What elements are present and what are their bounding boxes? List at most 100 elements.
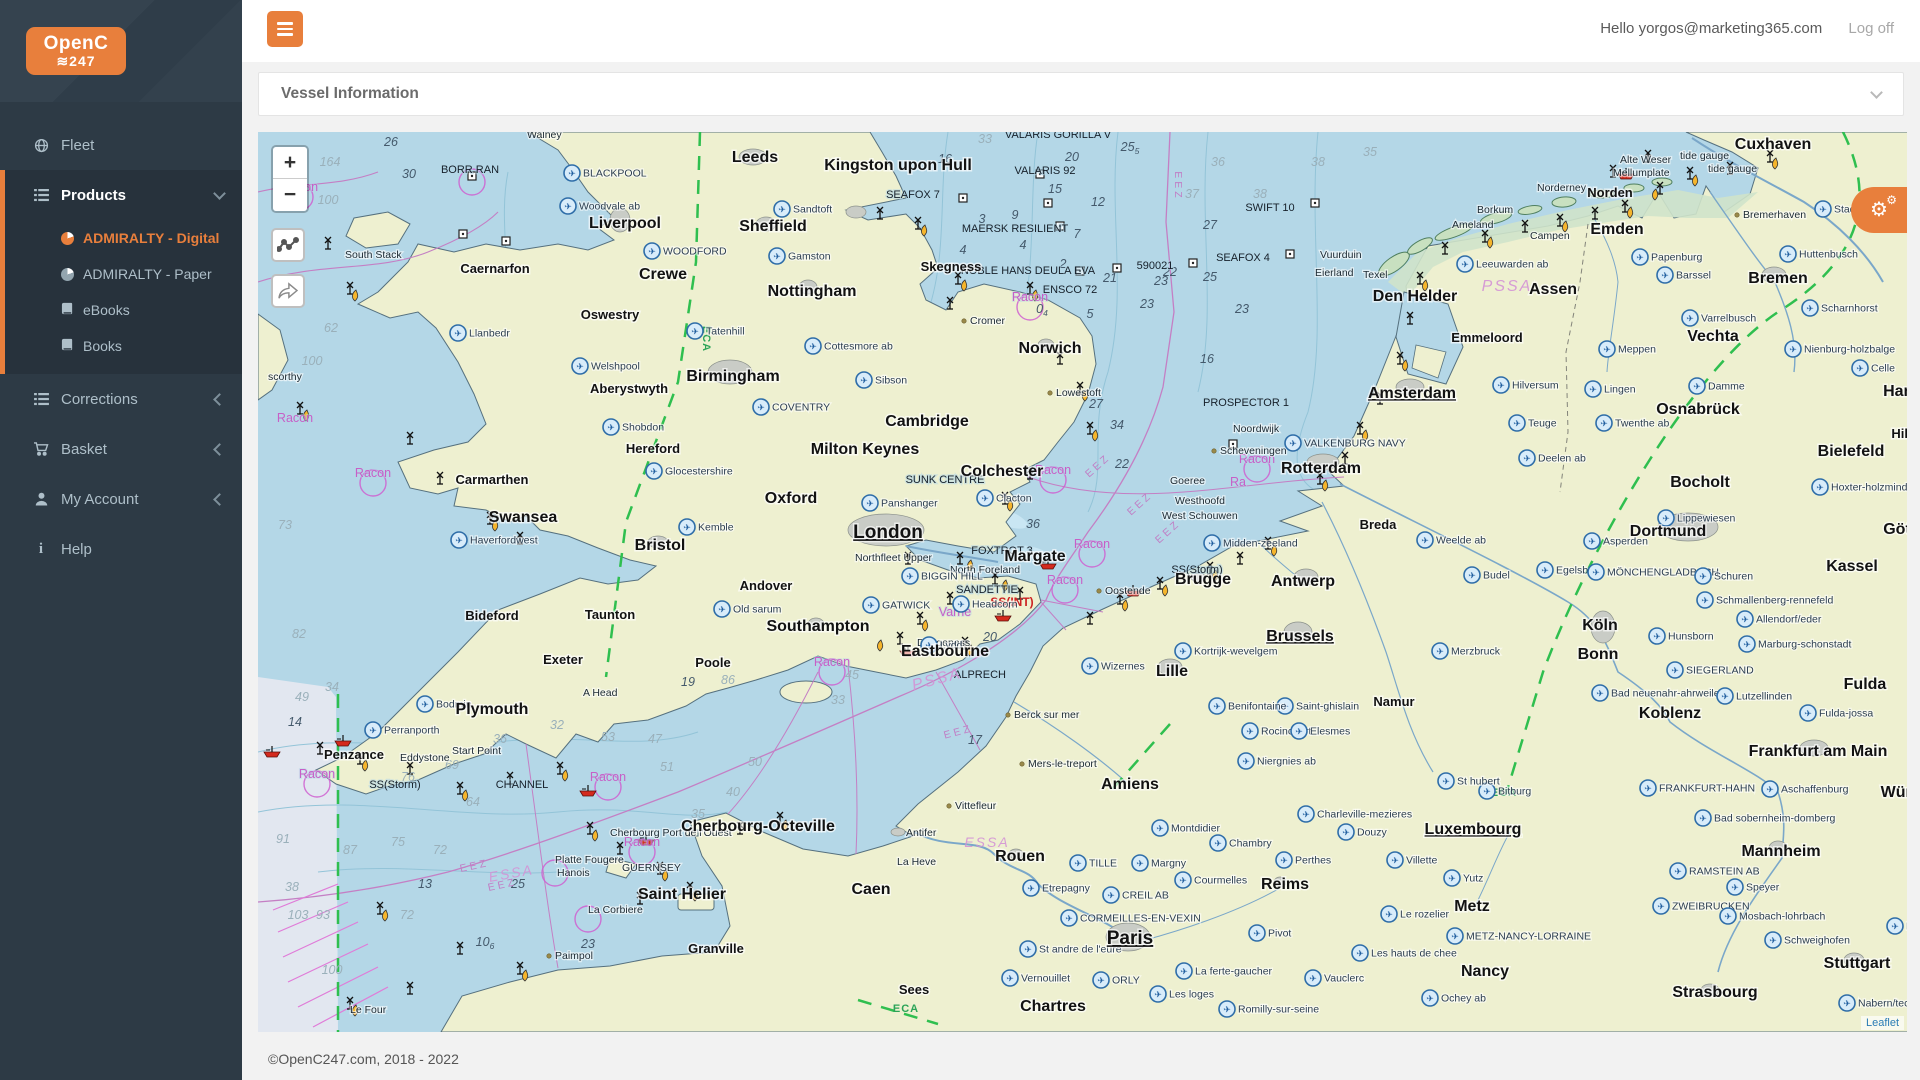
airport-marker: St hubert	[1438, 773, 1500, 789]
svg-text:Fulda-jossa: Fulda-jossa	[1819, 708, 1873, 720]
sidebar-item-help[interactable]: i Help	[0, 524, 242, 574]
svg-text:53: 53	[601, 730, 615, 744]
svg-text:Headcorn: Headcorn	[972, 599, 1018, 611]
svg-text:Andover: Andover	[740, 578, 793, 593]
svg-text:19: 19	[681, 675, 695, 689]
svg-text:30: 30	[402, 167, 416, 181]
admiralty-paper-icon	[61, 268, 74, 281]
svg-text:Oxford: Oxford	[765, 490, 817, 507]
airport-marker: Schmallenberg-rennefeld	[1697, 592, 1833, 608]
airport-marker: Bad neuenahr-ahrweiler	[1592, 685, 1724, 701]
vessel-information-panel[interactable]: Vessel Information	[258, 72, 1904, 116]
nautical-chart[interactable]: ✈	[258, 132, 1907, 1032]
svg-text:VALKENBURG NAVY: VALKENBURG NAVY	[1304, 438, 1406, 450]
svg-text:100: 100	[322, 963, 343, 977]
svg-text:Glocestershire: Glocestershire	[665, 466, 733, 478]
svg-text:Lowestoft: Lowestoft	[1056, 387, 1101, 399]
airport-marker: CREIL AB	[1103, 887, 1169, 903]
airport-marker: SIEGERLAND	[1667, 662, 1754, 678]
svg-text:72: 72	[400, 908, 414, 922]
airport-marker: Perranporth	[365, 722, 440, 738]
openc247-logo[interactable]: OpenC ≋247	[26, 27, 126, 75]
svg-text:Nottingham: Nottingham	[768, 283, 857, 300]
sidebar-item-corrections[interactable]: Corrections	[0, 374, 242, 424]
svg-text:82: 82	[292, 627, 306, 641]
leaflet-attribution[interactable]: Leaflet	[1861, 1016, 1904, 1030]
svg-text:Osnabrück: Osnabrück	[1656, 401, 1740, 418]
zoom-in-button[interactable]: +	[273, 147, 307, 179]
svg-text:Westhoofd: Westhoofd	[1175, 495, 1225, 507]
airport-marker: Cottesmore ab	[805, 338, 893, 354]
airport-marker: Sandtoft	[774, 201, 832, 217]
svg-text:Norderney: Norderney	[1537, 182, 1587, 194]
sidebar-item-fleet[interactable]: Fleet	[0, 120, 242, 170]
sidebar-item-admiralty-paper[interactable]: ADMIRALTY - Paper	[5, 256, 242, 292]
sidebar-item-ebooks[interactable]: eBooks	[5, 292, 242, 328]
svg-text:Den Helder: Den Helder	[1373, 288, 1457, 305]
svg-text:Etrepagny: Etrepagny	[1042, 883, 1091, 895]
footer: ©OpenC247.com, 2018 - 2022	[242, 1032, 1920, 1067]
sidebar-item-admiralty-digital[interactable]: ADMIRALTY - Digital	[5, 220, 242, 256]
airport-marker: WOODFORD	[644, 243, 727, 259]
chevron-down-icon	[1870, 86, 1883, 99]
top-bar: Hello yorgos@marketing365.com Log off	[242, 0, 1920, 62]
svg-text:20: 20	[982, 630, 997, 644]
globe-icon	[30, 138, 52, 153]
svg-text:Granville: Granville	[688, 941, 744, 956]
airport-marker: Meppen	[1599, 341, 1656, 357]
chevron-left-icon	[213, 493, 226, 506]
svg-text:73: 73	[278, 518, 292, 532]
svg-text:Plymouth: Plymouth	[456, 701, 529, 718]
svg-text:37: 37	[1185, 187, 1200, 201]
svg-text:Les hauts de chee: Les hauts de chee	[1371, 948, 1457, 960]
svg-text:Köln: Köln	[1582, 617, 1618, 634]
svg-text:Carmarthen: Carmarthen	[456, 472, 529, 487]
svg-text:Speyer: Speyer	[1746, 882, 1780, 894]
sidebar-item-books[interactable]: Books	[5, 328, 242, 364]
svg-text:103: 103	[288, 908, 309, 922]
sidebar: OpenC ≋247 Fleet	[0, 0, 242, 1080]
svg-text:South Stack: South Stack	[345, 249, 402, 261]
svg-text:Noordwijk: Noordwijk	[1233, 423, 1280, 435]
svg-text:Racon: Racon	[299, 767, 335, 781]
log-off-link[interactable]: Log off	[1848, 20, 1894, 37]
svg-text:ORLY: ORLY	[1112, 975, 1140, 987]
sidebar-item-basket[interactable]: Basket	[0, 424, 242, 474]
svg-text:SEAFOX 7: SEAFOX 7	[886, 189, 940, 201]
airport-marker: VALKENBURG NAVY	[1285, 435, 1406, 451]
svg-text:CORMEILLES-EN-VEXIN: CORMEILLES-EN-VEXIN	[1080, 913, 1201, 925]
logo-line1: OpenC	[44, 34, 109, 53]
share-button[interactable]	[271, 274, 305, 308]
svg-text:Margny: Margny	[1151, 858, 1187, 870]
map-settings-tab[interactable]: ⚙ ⚙	[1851, 187, 1907, 233]
airport-marker: Ochey ab	[1422, 990, 1486, 1006]
svg-text:Brussels: Brussels	[1266, 628, 1334, 645]
airport-marker: Douzy	[1338, 824, 1388, 840]
svg-text:Shobdon: Shobdon	[622, 422, 664, 434]
svg-text:Start Point: Start Point	[452, 745, 501, 757]
svg-text:Racon: Racon	[277, 411, 313, 425]
svg-text:40: 40	[726, 785, 740, 799]
menu-toggle-button[interactable]	[267, 11, 303, 47]
svg-text:Aberystwyth: Aberystwyth	[590, 381, 668, 396]
svg-text:32: 32	[550, 718, 564, 732]
sidebar-item-my-account[interactable]: My Account	[0, 474, 242, 524]
track-line-button[interactable]	[271, 228, 305, 262]
svg-text:SWIFT 10: SWIFT 10	[1245, 202, 1294, 214]
airport-marker: Huttenbusch	[1780, 246, 1858, 262]
sidebar-item-products[interactable]: Products	[5, 170, 242, 220]
airport-marker: Gamston	[769, 248, 831, 264]
user-greeting: Hello yorgos@marketing365.com	[1600, 20, 1822, 37]
map-container[interactable]: ✈	[258, 132, 1907, 1032]
svg-text:Würzburg: Würzburg	[1881, 784, 1907, 801]
svg-text:Weelde ab: Weelde ab	[1436, 535, 1486, 547]
svg-text:CREIL AB: CREIL AB	[1122, 890, 1169, 902]
sidebar-subitem-label: Books	[83, 338, 122, 354]
svg-text:Bad neuenahr-ahrweiler: Bad neuenahr-ahrweiler	[1611, 688, 1724, 700]
zoom-out-button[interactable]: −	[273, 179, 307, 211]
svg-text:Hoxter-holzminden: Hoxter-holzminden	[1831, 482, 1907, 494]
svg-text:Hilversum: Hilversum	[1512, 380, 1559, 392]
svg-text:Koblenz: Koblenz	[1639, 705, 1701, 722]
svg-text:Bremen: Bremen	[1748, 270, 1808, 287]
svg-text:38: 38	[1253, 187, 1267, 201]
